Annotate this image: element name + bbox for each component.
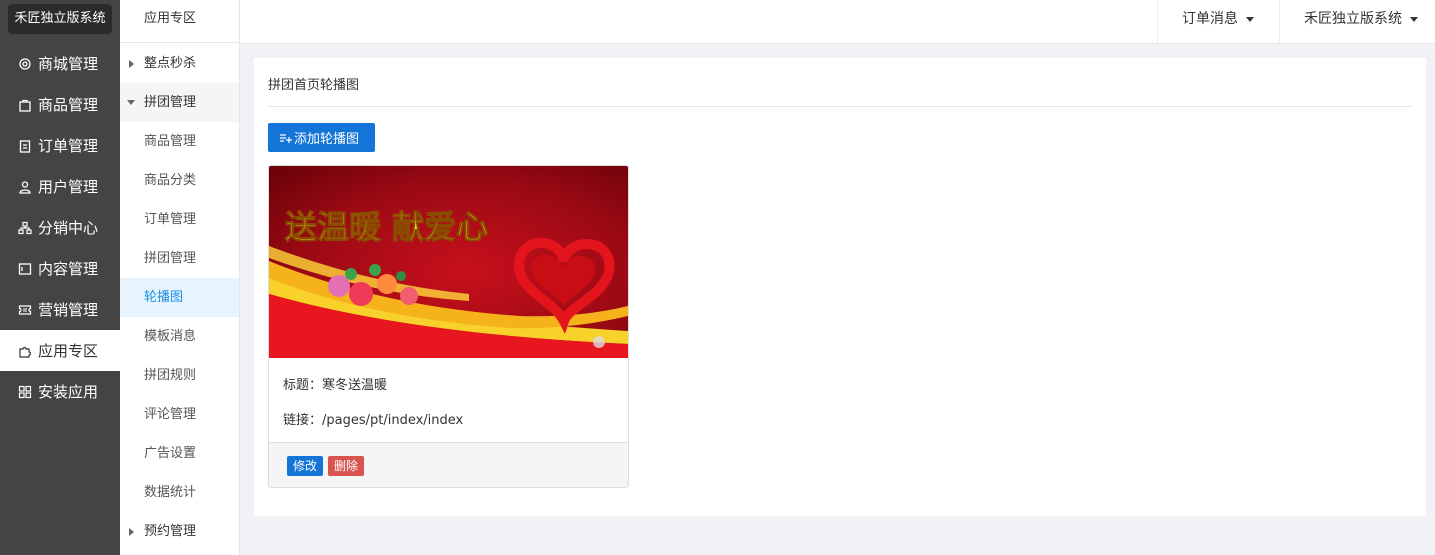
sidebar-item-label: 营销管理 <box>38 301 99 319</box>
subnav-item-goods[interactable]: 商品管理 <box>120 122 239 161</box>
subnav-item-categories[interactable]: 商品分类 <box>120 161 239 200</box>
page-title: 拼团首页轮播图 <box>268 78 360 93</box>
add-list-icon <box>280 133 292 143</box>
subnav-item-group-manage[interactable]: 拼团管理 <box>120 239 239 278</box>
sidebar-item-install-apps[interactable]: 安装应用 <box>0 371 120 412</box>
top-bar: 订单消息 禾匠独立版系统 <box>240 0 1435 44</box>
article-icon <box>18 262 32 276</box>
chevron-down-icon <box>1246 16 1254 22</box>
sidebar-item-label: 用户管理 <box>38 178 99 196</box>
caret-right-icon <box>129 60 134 68</box>
delete-button[interactable]: 删除 <box>328 456 364 476</box>
order-messages-label: 订单消息 <box>1182 11 1238 27</box>
sidebar-item-apps-zone[interactable]: 应用专区 <box>0 330 120 371</box>
card-link: 链接：/pages/pt/index/index <box>283 413 464 428</box>
sidebar-item-distribution[interactable]: 分销中心 <box>0 207 120 248</box>
sidebar-item-label: 订单管理 <box>38 137 99 155</box>
account-dropdown[interactable]: 禾匠独立版系统 <box>1279 0 1435 43</box>
carousel-card: 送温暖 献爱心 标题：寒冬送温暖 链接：/pages/pt/index/inde… <box>268 165 629 488</box>
card-footer: 修改 删除 <box>269 442 628 487</box>
sidebar-item-content[interactable]: 内容管理 <box>0 248 120 289</box>
subnav-item-template-msg[interactable]: 模板消息 <box>120 317 239 356</box>
bag-icon <box>18 98 32 112</box>
clipboard-icon <box>18 139 32 153</box>
sub-sidebar: 应用专区 整点秒杀 拼团管理 商品管理 商品分类 订单管理 拼团管理 轮播图 模… <box>120 0 240 555</box>
sidebar-item-label: 应用专区 <box>38 342 99 360</box>
sidebar-item-label: 分销中心 <box>38 219 99 237</box>
puzzle-icon <box>18 344 32 358</box>
order-messages-dropdown[interactable]: 订单消息 <box>1157 0 1279 43</box>
subnav-item-orders[interactable]: 订单管理 <box>120 200 239 239</box>
subnav-item-stats[interactable]: 数据统计 <box>120 473 239 512</box>
sidebar-item-label: 安装应用 <box>38 383 99 401</box>
divider <box>268 106 1413 107</box>
add-carousel-label: 添加轮播图 <box>294 132 360 147</box>
subnav-item-carousel[interactable]: 轮播图 <box>120 278 239 317</box>
ticket-icon <box>18 303 32 317</box>
network-icon <box>18 221 32 235</box>
chevron-down-icon <box>1410 16 1418 22</box>
subnav-label: 整点秒杀 <box>144 56 197 71</box>
subnav-item-reviews[interactable]: 评论管理 <box>120 395 239 434</box>
banner-text: 送温暖 献爱心 <box>285 208 488 246</box>
sidebar-item-label: 商品管理 <box>38 96 99 114</box>
subnav-item-rules[interactable]: 拼团规则 <box>120 356 239 395</box>
content-panel: 拼团首页轮播图 添加轮播图 送温暖 献爱心 标题：寒冬送温暖 链接：/pages… <box>254 58 1426 516</box>
sidebar-item-orders[interactable]: 订单管理 <box>0 125 120 166</box>
add-carousel-button[interactable]: 添加轮播图 <box>268 123 375 152</box>
sub-sidebar-title: 应用专区 <box>120 0 239 43</box>
sidebar-item-users[interactable]: 用户管理 <box>0 166 120 207</box>
caret-right-icon <box>129 528 134 536</box>
subnav-group-booking[interactable]: 预约管理 <box>120 512 239 551</box>
apps-icon <box>18 385 32 399</box>
card-title: 标题：寒冬送温暖 <box>283 378 388 393</box>
user-icon <box>18 180 32 194</box>
subnav-group-group-buy[interactable]: 拼团管理 <box>120 83 239 122</box>
sidebar-item-mall[interactable]: 商城管理 <box>0 43 120 84</box>
sidebar-item-label: 商城管理 <box>38 55 99 73</box>
account-label: 禾匠独立版系统 <box>1304 11 1402 27</box>
subnav-item-ads[interactable]: 广告设置 <box>120 434 239 473</box>
subnav-label: 拼团管理 <box>144 95 197 110</box>
edit-button[interactable]: 修改 <box>287 456 323 476</box>
subnav-label: 预约管理 <box>144 524 197 539</box>
caret-down-icon <box>127 100 135 105</box>
app-logo[interactable]: 禾匠独立版系统 <box>8 4 112 34</box>
sidebar-item-marketing[interactable]: 营销管理 <box>0 289 120 330</box>
subnav-group-flash-sale[interactable]: 整点秒杀 <box>120 44 239 83</box>
sidebar-item-goods[interactable]: 商品管理 <box>0 84 120 125</box>
sidebar-item-label: 内容管理 <box>38 260 99 278</box>
gear-icon <box>18 57 32 71</box>
banner-image: 送温暖 献爱心 <box>269 166 628 358</box>
main-sidebar: 禾匠独立版系统 商城管理 商品管理 订单管理 用户管理 分销中心 内容管理 营销… <box>0 0 120 555</box>
